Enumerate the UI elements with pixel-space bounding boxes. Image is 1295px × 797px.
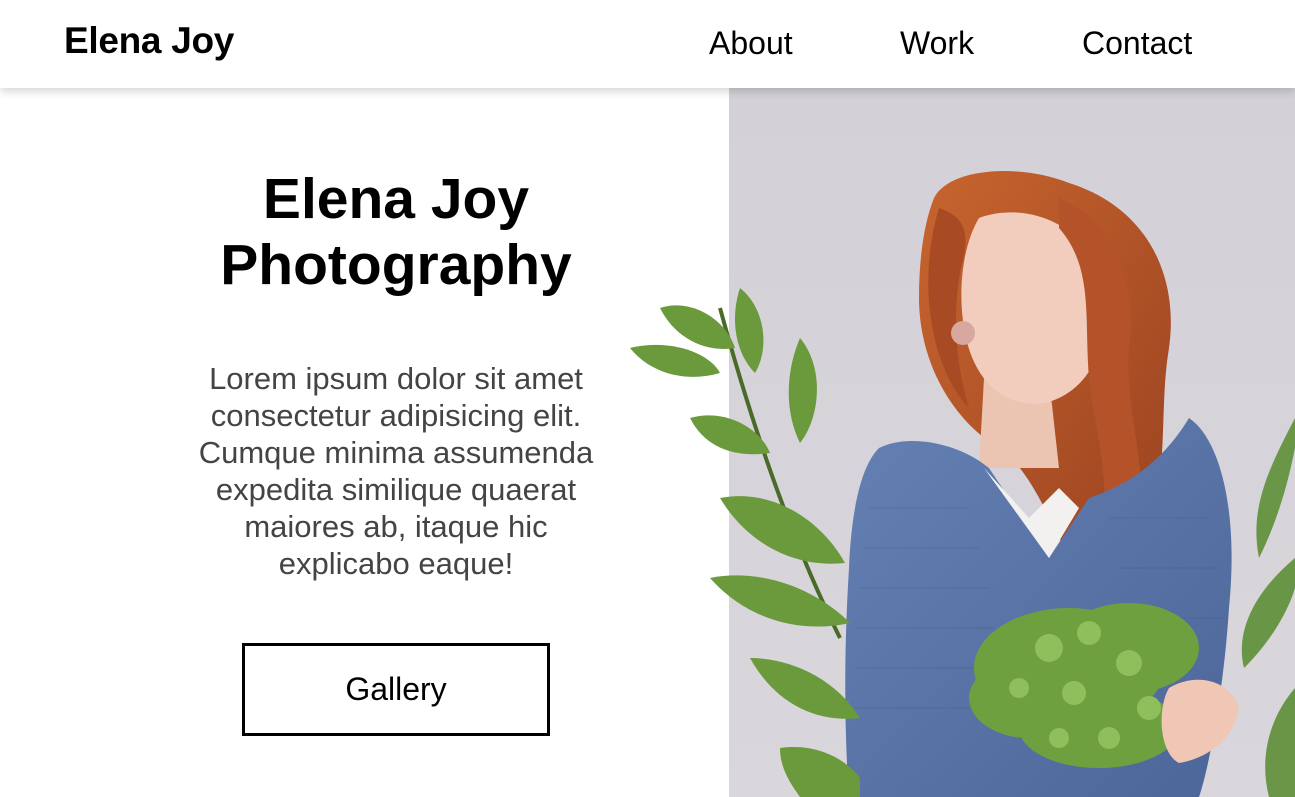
plant-leaves-decoration: [630, 288, 860, 797]
site-header: Elena Joy About Work Contact: [0, 0, 1295, 88]
gallery-button[interactable]: Gallery: [242, 643, 550, 736]
hero-description: Lorem ipsum dolor sit amet consectetur a…: [198, 361, 594, 581]
nav-link-about[interactable]: About: [709, 24, 793, 62]
site-logo[interactable]: Elena Joy: [64, 20, 234, 62]
nav-link-contact[interactable]: Contact: [1082, 24, 1192, 62]
hero-section: Elena Joy Photography Lorem ipsum dolor …: [0, 88, 1295, 797]
hero-title-line-2: Photography: [220, 233, 572, 297]
hero-title: Elena Joy Photography: [146, 166, 646, 298]
hero-title-line-1: Elena Joy: [262, 167, 530, 231]
nav-link-work[interactable]: Work: [900, 24, 974, 62]
